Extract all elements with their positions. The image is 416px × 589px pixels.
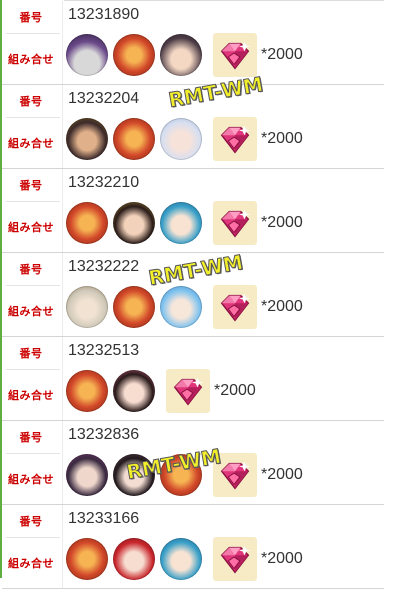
combination-label: 組み合せ	[8, 474, 54, 486]
listing-entry: 番号組み合せ 13232513 *2000	[2, 337, 384, 421]
witch-old-character-avatar	[66, 34, 108, 76]
character-combination: *2000	[66, 452, 303, 498]
princess-character-avatar	[113, 202, 155, 244]
combination-label: 組み合せ	[8, 558, 54, 570]
old-sage-character-avatar	[66, 286, 108, 328]
number-label: 番号	[19, 432, 43, 444]
account-number: 13232222	[68, 258, 140, 275]
dark-hair-girl-character-avatar	[113, 454, 155, 496]
gem-icon	[166, 369, 210, 413]
column-divider	[62, 253, 63, 337]
warlord-character-avatar	[66, 118, 108, 160]
combination-label: 組み合せ	[8, 54, 54, 66]
account-number: 13232836	[68, 426, 140, 443]
dragon-armor-character-avatar	[66, 538, 108, 580]
column-divider	[62, 1, 63, 85]
listing-entry: 番号組み合せ 13232210 *2000	[2, 169, 384, 253]
dragon-armor-character-avatar	[66, 202, 108, 244]
gem-quantity: *2000	[214, 382, 256, 399]
gem-icon	[213, 117, 257, 161]
account-number: 13232210	[68, 174, 140, 191]
label-divider	[6, 285, 60, 286]
gem-quantity: *2000	[261, 130, 303, 147]
blue-hair-girl-character-avatar	[160, 286, 202, 328]
gem-quantity: *2000	[261, 46, 303, 63]
blue-girl-character-avatar	[160, 202, 202, 244]
column-divider	[62, 421, 63, 505]
listing-entry: 番号組み合せ 13232222 *2000	[2, 253, 384, 337]
number-label: 番号	[19, 12, 43, 24]
dark-horned-character-avatar	[66, 454, 108, 496]
gem-quantity: *2000	[261, 214, 303, 231]
label-divider	[6, 537, 60, 538]
account-number: 13231890	[68, 6, 140, 23]
combination-label: 組み合せ	[8, 138, 54, 150]
account-number: 13232204	[68, 90, 140, 107]
combination-label: 組み合せ	[8, 222, 54, 234]
red-devil-girl-character-avatar	[113, 538, 155, 580]
character-combination: *2000	[66, 32, 303, 78]
number-label: 番号	[19, 264, 43, 276]
gem-quantity: *2000	[261, 550, 303, 567]
character-combination: *2000	[66, 368, 256, 414]
listing-entry: 番号組み合せ 13232836 *2000	[2, 421, 384, 505]
pink-girl-character-avatar	[113, 370, 155, 412]
gem-icon	[213, 285, 257, 329]
column-divider	[62, 85, 63, 169]
number-label: 番号	[19, 180, 43, 192]
listing-entry: 番号組み合せ 13233166 *2000	[2, 505, 384, 589]
gem-icon	[213, 537, 257, 581]
label-divider	[6, 33, 60, 34]
twin-tail-girl-character-avatar	[160, 34, 202, 76]
character-combination: *2000	[66, 116, 303, 162]
gem-icon	[213, 453, 257, 497]
label-divider	[6, 453, 60, 454]
gem-icon	[213, 201, 257, 245]
number-label: 番号	[19, 348, 43, 360]
column-divider	[62, 169, 63, 253]
label-divider	[6, 201, 60, 202]
account-number: 13233166	[68, 510, 140, 527]
dragon-armor-character-avatar	[113, 118, 155, 160]
character-combination: *2000	[66, 536, 303, 582]
gem-quantity: *2000	[261, 298, 303, 315]
character-combination: *2000	[66, 284, 303, 330]
column-divider	[62, 505, 63, 589]
combination-label: 組み合せ	[8, 390, 54, 402]
label-divider	[6, 117, 60, 118]
number-label: 番号	[19, 516, 43, 528]
dragon-armor-character-avatar	[66, 370, 108, 412]
fox-ear-girl-character-avatar	[160, 118, 202, 160]
dragon-armor-character-avatar	[160, 454, 202, 496]
dragon-armor-character-avatar	[113, 34, 155, 76]
label-divider	[6, 369, 60, 370]
column-divider	[62, 337, 63, 421]
listing-entry: 番号組み合せ 13232204 *2000	[2, 85, 384, 169]
gem-icon	[213, 33, 257, 77]
number-label: 番号	[19, 96, 43, 108]
gem-quantity: *2000	[261, 466, 303, 483]
blue-girl-character-avatar	[160, 538, 202, 580]
dragon-armor-character-avatar	[113, 286, 155, 328]
combination-label: 組み合せ	[8, 306, 54, 318]
account-number: 13232513	[68, 342, 140, 359]
listing-entry: 番号組み合せ 13231890 *2000	[2, 1, 384, 85]
character-combination: *2000	[66, 200, 303, 246]
